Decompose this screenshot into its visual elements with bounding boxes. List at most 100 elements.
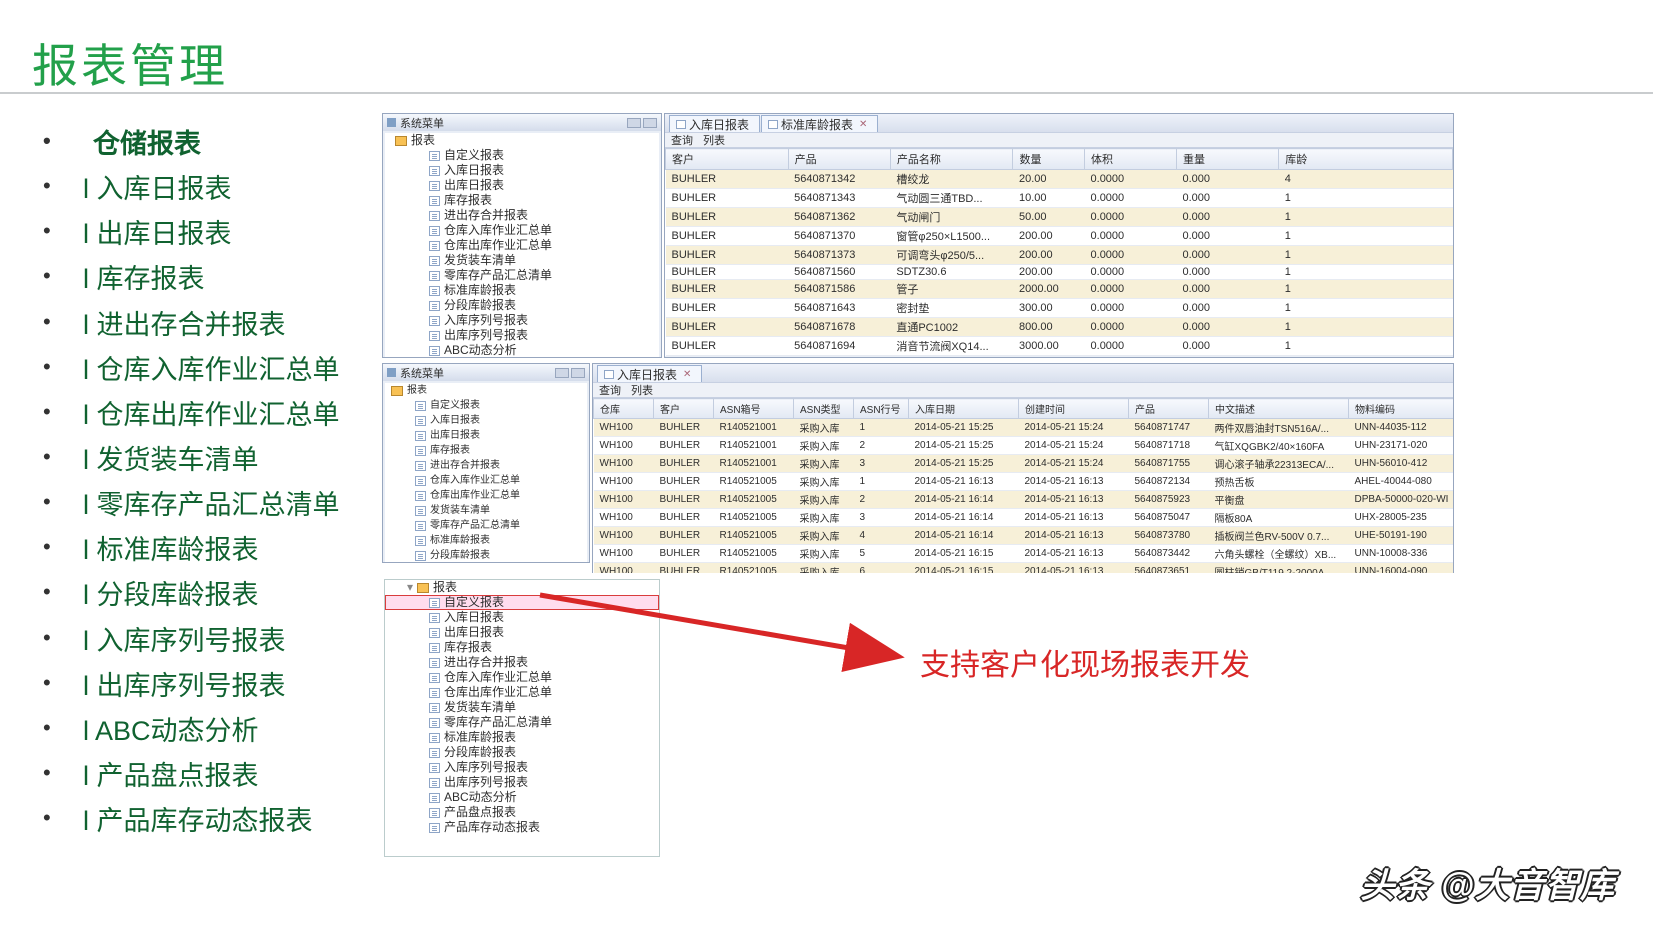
tree-item[interactable]: 仓库入库作业汇总单 [385,473,587,488]
tree-item[interactable]: 出库序列号报表 [385,328,659,343]
minimize-button[interactable] [627,118,641,128]
tree-item[interactable]: 发货装车清单 [385,700,659,715]
tree-item[interactable]: 入库日报表 [385,610,659,625]
table-row[interactable]: WH100BUHLERR140521005采购入库62014-05-21 16:… [594,563,1454,574]
tree-item[interactable]: ABC动态分析 [385,790,659,805]
table-row[interactable]: BUHLER5640871694消音节流阀XQ14...3000.000.000… [666,337,1453,356]
tab-stock-age-report[interactable]: 标准库龄报表✕ [761,115,878,132]
tree-item[interactable]: 仓库出库作业汇总单 [385,238,659,253]
table-row[interactable]: WH100BUHLERR140521001采购入库22014-05-21 15:… [594,437,1454,455]
col-header[interactable]: 产品 [788,149,890,170]
col-header[interactable]: 中文描述 [1209,399,1349,419]
table-row[interactable]: BUHLER5640871362气动闸门50.000.00000.0001 [666,208,1453,227]
col-header[interactable]: 仓库 [594,399,654,419]
table-row[interactable]: WH100BUHLERR140521005采购入库42014-05-21 16:… [594,527,1454,545]
col-header[interactable]: 入库日期 [909,399,1019,419]
tree-item[interactable]: 分段库龄报表 [385,298,659,313]
table-row[interactable]: WH100BUHLERR140521005采购入库32014-05-21 16:… [594,509,1454,527]
col-header[interactable]: 体积 [1085,149,1177,170]
maximize-button[interactable] [571,368,585,378]
table-row[interactable]: WH100BUHLERR140521001采购入库12014-05-21 15:… [594,419,1454,437]
subbar-query[interactable]: 查询 [671,132,693,148]
minimize-button[interactable] [555,368,569,378]
table-row[interactable]: BUHLER5640871560SDTZ30.6200.000.00000.00… [666,265,1453,280]
tree-item[interactable]: 仓库入库作业汇总单 [385,670,659,685]
table-row[interactable]: BUHLER5640871718气缸XQGBK2/40...4000.000.0… [666,356,1453,357]
tree-item[interactable]: 入库序列号报表 [385,760,659,775]
tree-item[interactable]: 标准库龄报表 [385,730,659,745]
tree-item[interactable]: 产品盘点报表 [385,805,659,820]
tree-root[interactable]: ▾报表 [385,580,659,595]
tree-item[interactable]: 入库序列号报表 [385,313,659,328]
tree-item[interactable]: 产品库存动态报表 [385,820,659,835]
tree-item[interactable]: 仓库出库作业汇总单 [385,685,659,700]
tree-item[interactable]: ABC动态分析 [385,343,659,357]
subbar-query[interactable]: 查询 [599,382,621,398]
table-row[interactable]: WH100BUHLERR140521001采购入库32014-05-21 15:… [594,455,1454,473]
col-header[interactable]: 物料编码 [1349,399,1454,419]
close-icon[interactable]: ✕ [859,119,867,130]
col-header[interactable]: 库龄 [1279,149,1453,170]
table-row[interactable]: WH100BUHLERR140521005采购入库22014-05-21 16:… [594,491,1454,509]
col-header[interactable]: 创建时间 [1019,399,1129,419]
tree-item[interactable]: 分段库龄报表 [385,745,659,760]
table-row[interactable]: BUHLER5640871643密封垫300.000.00000.0001 [666,299,1453,318]
table-row[interactable]: BUHLER5640871370窗管φ250×L1500...200.000.0… [666,227,1453,246]
table-row[interactable]: WH100BUHLERR140521005采购入库12014-05-21 16:… [594,473,1454,491]
col-header[interactable]: ASN类型 [794,399,854,419]
table-row[interactable]: BUHLER5640871343气动圆三通TBD...10.000.00000.… [666,189,1453,208]
tree-item[interactable]: 仓库入库作业汇总单 [385,223,659,238]
table-row[interactable]: BUHLER5640871586管子2000.000.00000.0001 [666,280,1453,299]
tree-item[interactable]: 库存报表 [385,443,587,458]
tree-item[interactable]: 出库日报表 [385,625,659,640]
table-row[interactable]: BUHLER5640871678直通PC1002800.000.00000.00… [666,318,1453,337]
tab-inbound-report[interactable]: 入库日报表✕ [597,365,702,382]
table-row[interactable]: BUHLER5640871373可调弯头φ250/5...200.000.000… [666,246,1453,265]
pane-titlebar[interactable]: 系统菜单 [383,114,661,131]
data-grid-stock-age[interactable]: 客户产品产品名称数量体积重量库龄BUHLER5640871342槽绞龙20.00… [665,148,1453,356]
tree-item[interactable]: 自定义报表 [385,398,587,413]
pane-titlebar[interactable]: 系统菜单 [383,364,589,381]
tree-item[interactable]: 标准库龄报表 [385,283,659,298]
data-grid-inbound[interactable]: 仓库客户ASN箱号ASN类型ASN行号入库日期创建时间产品中文描述物料编码WH1… [593,398,1453,573]
tree-item[interactable]: 库存报表 [385,640,659,655]
tree-item[interactable]: 库存报表 [385,193,659,208]
table-row[interactable]: WH100BUHLERR140521005采购入库52014-05-21 16:… [594,545,1454,563]
outline-item: l 入库日报表 [38,170,373,209]
tab-inbound-report[interactable]: 入库日报表 [669,115,760,132]
col-header[interactable]: 产品 [1129,399,1209,419]
tree-item[interactable]: 出库序列号报表 [385,775,659,790]
tree-item[interactable]: 分段库龄报表 [385,548,587,562]
col-header[interactable]: 重量 [1177,149,1279,170]
tree-item[interactable]: 发货装车清单 [385,253,659,268]
tree-root[interactable]: 报表 [385,133,659,148]
col-header[interactable]: ASN箱号 [714,399,794,419]
tree-item[interactable]: 自定义报表 [385,148,659,163]
tree-item[interactable]: 进出存合并报表 [385,208,659,223]
data-pane-inbound: 入库日报表✕ 查询 列表 仓库客户ASN箱号ASN类型ASN行号入库日期创建时间… [592,363,1454,573]
subbar-list[interactable]: 列表 [703,132,725,148]
tree-item[interactable]: 仓库出库作业汇总单 [385,488,587,503]
subbar-list[interactable]: 列表 [631,382,653,398]
col-header[interactable]: 数量 [1013,149,1085,170]
col-header[interactable]: 产品名称 [890,149,1013,170]
close-icon[interactable]: ✕ [683,369,691,380]
tree-item[interactable]: 零库存产品汇总清单 [385,518,587,533]
tree-item[interactable]: 零库存产品汇总清单 [385,715,659,730]
tree-item-custom-report[interactable]: 自定义报表 [385,595,659,610]
col-header[interactable]: ASN行号 [854,399,909,419]
tree-item[interactable]: 零库存产品汇总清单 [385,268,659,283]
tree-item[interactable]: 入库日报表 [385,163,659,178]
tree-root[interactable]: 报表 [385,383,587,398]
tree-item[interactable]: 出库日报表 [385,428,587,443]
tree-item[interactable]: 进出存合并报表 [385,458,587,473]
col-header[interactable]: 客户 [666,149,789,170]
tree-item[interactable]: 入库日报表 [385,413,587,428]
tree-item[interactable]: 标准库龄报表 [385,533,587,548]
maximize-button[interactable] [643,118,657,128]
tree-item[interactable]: 出库日报表 [385,178,659,193]
table-row[interactable]: BUHLER5640871342槽绞龙20.000.00000.0004 [666,170,1453,189]
tree-item[interactable]: 发货装车清单 [385,503,587,518]
col-header[interactable]: 客户 [654,399,714,419]
tree-item[interactable]: 进出存合并报表 [385,655,659,670]
